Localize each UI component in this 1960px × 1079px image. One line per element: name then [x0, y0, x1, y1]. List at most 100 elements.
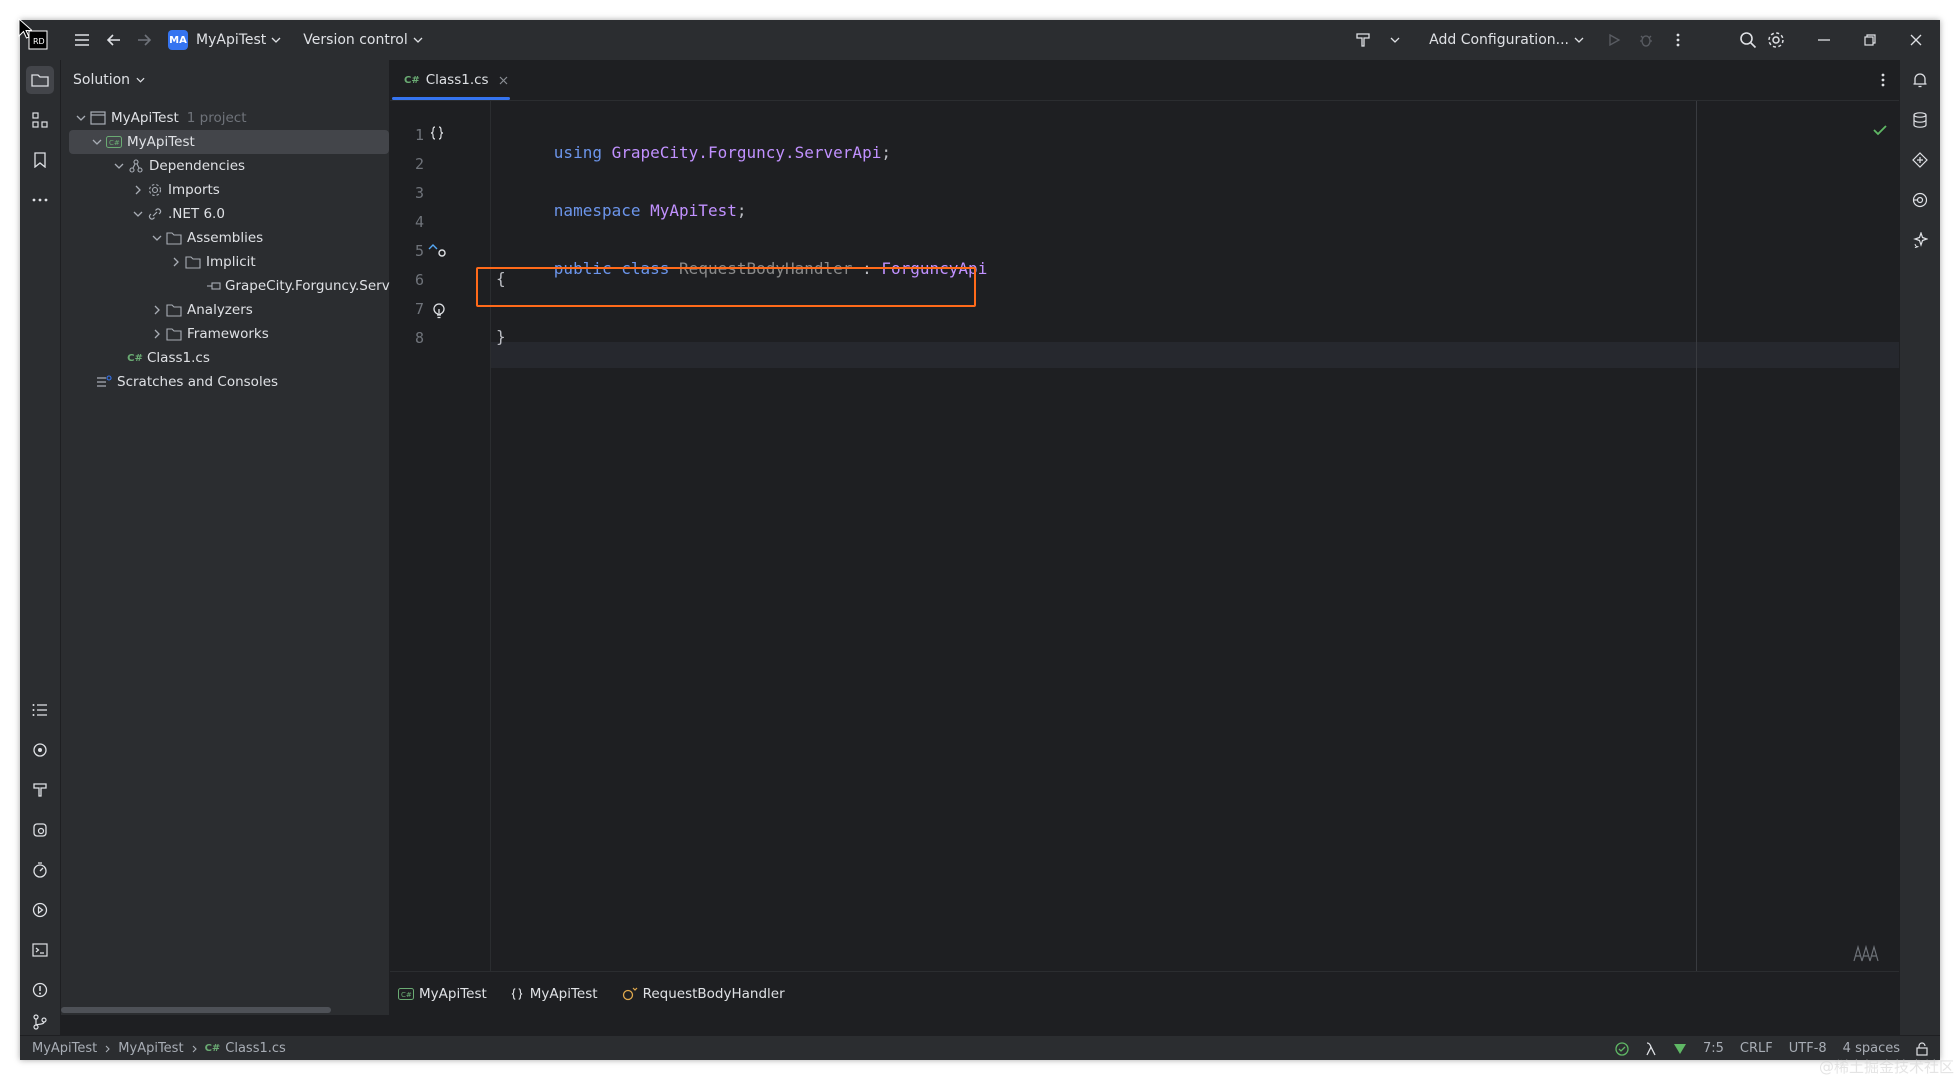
indent-setting[interactable]: 4 spaces	[1843, 1041, 1900, 1056]
lightbulb-icon[interactable]	[432, 302, 446, 324]
tree-item-label: Dependencies	[149, 158, 246, 174]
tree-item-label: GrapeCity.Forguncy.Serve	[225, 278, 399, 294]
line-number: 3	[414, 184, 424, 202]
csharp-project-icon: C#	[105, 134, 123, 150]
line-number: 4	[414, 213, 424, 231]
status-ok-circle-icon[interactable]	[1615, 1041, 1629, 1056]
minimize-window-icon[interactable]	[1810, 26, 1838, 54]
lambda-icon[interactable]	[1645, 1041, 1657, 1056]
chevron-right-icon[interactable]	[168, 254, 184, 270]
run-play-icon[interactable]	[1600, 26, 1628, 54]
restore-window-icon[interactable]	[1856, 26, 1884, 54]
panel-horizontal-scrollbar[interactable]	[61, 1007, 331, 1013]
tree-item-label: .NET 6.0	[168, 206, 225, 222]
run-configuration-selector[interactable]: Add Configuration...	[1429, 32, 1584, 48]
chevron-down-icon[interactable]	[89, 134, 105, 150]
project-badge: MA	[168, 30, 188, 50]
services-run-icon[interactable]	[26, 896, 54, 924]
build-tool-icon[interactable]	[26, 776, 54, 804]
bookmarks-icon[interactable]	[26, 146, 54, 174]
back-arrow-icon[interactable]	[100, 26, 128, 54]
settings-gear-icon[interactable]	[1762, 26, 1790, 54]
solution-panel-title: Solution	[73, 72, 131, 88]
tree-item-scratches[interactable]: Scratches and Consoles	[61, 370, 423, 394]
tab-class1-cs[interactable]: C# Class1.cs	[392, 60, 520, 100]
vcs-shield-icon[interactable]	[1673, 1043, 1687, 1055]
folder-icon	[184, 254, 202, 270]
forward-arrow-icon[interactable]	[130, 26, 158, 54]
breadcrumb-namespace[interactable]: MyApiTest	[511, 986, 598, 1002]
more-vertical-icon[interactable]	[1664, 26, 1692, 54]
debug-bug-icon[interactable]	[1632, 26, 1660, 54]
file-encoding[interactable]: UTF-8	[1789, 1041, 1827, 1056]
editor-gutter	[390, 101, 491, 971]
ai-assistant-sparkle-icon[interactable]	[1906, 226, 1934, 254]
project-folder-icon[interactable]	[26, 66, 54, 94]
chevron-right-icon[interactable]	[130, 182, 146, 198]
status-path-item[interactable]: MyApiTest	[32, 1041, 97, 1056]
caret-position[interactable]: 7:5	[1703, 1041, 1724, 1056]
inspection-ok-check-icon[interactable]	[1873, 124, 1887, 140]
chevron-right-icon[interactable]	[149, 326, 165, 342]
git-branch-icon[interactable]	[26, 1008, 54, 1036]
more-tools-icon[interactable]	[26, 186, 54, 214]
unit-tests-icon[interactable]	[26, 816, 54, 844]
project-selector[interactable]: MA MyApiTest	[168, 30, 281, 50]
tree-item-label: Analyzers	[187, 302, 253, 318]
mouse-cursor-icon	[18, 17, 34, 44]
breadcrumb-label: RequestBodyHandler	[642, 986, 785, 1002]
tree-item-label: Implicit	[206, 254, 256, 270]
solution-icon	[89, 110, 107, 126]
code-line-1[interactable]: using GrapeCity.Forguncy.ServerApi;	[496, 124, 891, 181]
search-icon[interactable]	[1734, 26, 1762, 54]
notifications-bell-icon[interactable]	[1906, 66, 1934, 94]
tree-item-dependencies[interactable]: Dependencies	[61, 154, 439, 178]
solution-panel: Solution MyApiTest 1 project C# MyApiTes…	[61, 60, 398, 1015]
unlock-icon[interactable]	[1916, 1041, 1928, 1056]
dynamic-analysis-icon[interactable]	[1906, 186, 1934, 214]
todo-list-icon[interactable]	[26, 696, 54, 724]
line-number: 1	[414, 126, 424, 144]
line-ending[interactable]: CRLF	[1740, 1041, 1773, 1056]
reader-mode-icon[interactable]	[1853, 944, 1879, 966]
tree-item-solution[interactable]: MyApiTest 1 project	[61, 106, 401, 130]
close-window-icon[interactable]	[1902, 26, 1930, 54]
version-control-menu[interactable]: Version control	[303, 32, 423, 48]
csharp-file-icon: C#	[127, 352, 143, 364]
code-line-3[interactable]: namespace MyApiTest;	[496, 182, 747, 239]
chevron-right-icon[interactable]	[149, 302, 165, 318]
structure-icon[interactable]	[26, 106, 54, 134]
csharp-file-icon: C#	[404, 74, 420, 86]
build-hammer-icon[interactable]	[1349, 26, 1377, 54]
breadcrumb-class[interactable]: RequestBodyHandler	[622, 986, 785, 1002]
solution-panel-header[interactable]: Solution	[61, 60, 389, 100]
status-bar: MyApiTest MyApiTest C# Class1.cs 7:5 CRL…	[20, 1035, 1940, 1060]
build-options-chevron-icon[interactable]	[1381, 26, 1409, 54]
close-tab-icon[interactable]	[499, 76, 508, 85]
chevron-down-icon[interactable]	[73, 110, 89, 126]
chevron-down-icon[interactable]	[149, 230, 165, 246]
tab-options-more-icon[interactable]	[1881, 73, 1885, 91]
tree-item-label: Frameworks	[187, 326, 269, 342]
code-token-keyword: using	[553, 143, 602, 162]
nuget-icon[interactable]	[1906, 146, 1934, 174]
current-line-highlight	[491, 342, 1899, 368]
status-path-item[interactable]: Class1.cs	[225, 1041, 286, 1056]
profiler-icon[interactable]	[26, 856, 54, 884]
terminal-icon[interactable]	[26, 936, 54, 964]
implementation-gutter-icon[interactable]	[428, 243, 448, 263]
problems-icon[interactable]	[26, 976, 54, 1004]
ide-window: RD MA MyApiTest Version control Add Conf…	[20, 20, 1940, 1060]
database-icon[interactable]	[1906, 106, 1934, 134]
status-path-item[interactable]: MyApiTest	[118, 1041, 183, 1056]
tab-label: Class1.cs	[425, 72, 489, 88]
tree-item-project[interactable]: C# MyApiTest	[69, 130, 389, 154]
code-line-8[interactable]: }	[496, 327, 506, 346]
chevron-down-icon[interactable]	[130, 206, 146, 222]
chevron-down-icon[interactable]	[111, 158, 127, 174]
line-number: 6	[414, 271, 424, 289]
endpoints-icon[interactable]	[26, 736, 54, 764]
breadcrumb-project[interactable]: C# MyApiTest	[398, 986, 487, 1002]
namespace-braces-icon[interactable]	[430, 126, 444, 144]
main-menu-icon[interactable]	[68, 26, 96, 54]
